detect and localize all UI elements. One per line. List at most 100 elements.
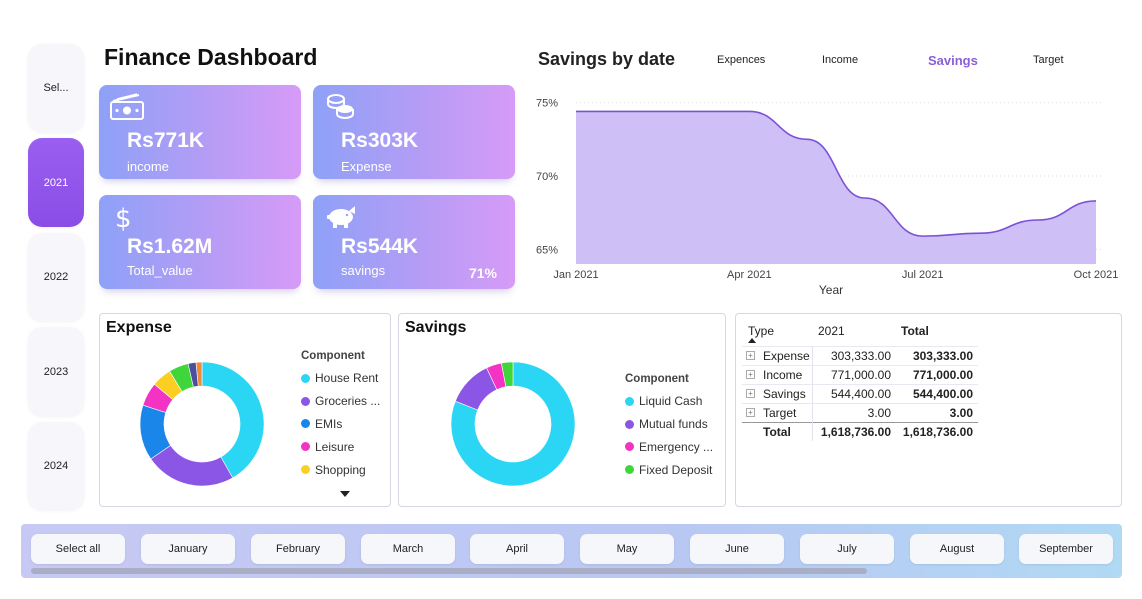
kpi-expense-label: Expense (341, 159, 392, 174)
year-slicer-2024[interactable]: 2024 (28, 422, 84, 510)
expense-panel: Expense Component House Rent Groceries .… (99, 313, 391, 507)
expense-panel-title: Expense (106, 319, 172, 336)
legend-label: Shopping (315, 462, 366, 477)
month-march[interactable]: March (361, 534, 455, 564)
row-2021: 771,000.00 (830, 368, 891, 382)
x-tick-label: Apr 2021 (727, 269, 772, 281)
legend-label: House Rent (315, 371, 379, 386)
tab-target[interactable]: Target (1033, 54, 1064, 66)
month-august[interactable]: August (910, 534, 1004, 564)
piggy-bank-icon (327, 206, 355, 228)
savings-panel-title: Savings (405, 319, 467, 336)
legend-label: Leisure (315, 439, 355, 454)
legend-item-liquid-cash[interactable]: Liquid Cash (625, 390, 713, 413)
caret-down-icon[interactable] (340, 491, 350, 497)
kpi-card-expense[interactable]: Rs303K Expense (313, 85, 515, 179)
donut-slice[interactable] (150, 445, 234, 487)
tab-expences[interactable]: Expences (717, 54, 765, 66)
y-tick-label: 75% (536, 98, 558, 110)
horizontal-scrollbar[interactable] (31, 568, 867, 574)
x-tick-label: Jul 2021 (902, 269, 944, 281)
matrix-header-type[interactable]: Type (748, 324, 774, 338)
legend-label: EMIs (315, 416, 343, 431)
table-row[interactable]: + Expense 303,333.00 303,333.00 (742, 346, 978, 365)
kpi-card-income[interactable]: Rs771K income (99, 85, 301, 179)
month-july[interactable]: July (800, 534, 894, 564)
row-2021: 3.00 (867, 406, 891, 420)
legend-dot (301, 373, 310, 383)
month-february[interactable]: February (251, 534, 345, 564)
x-axis-label: Year (819, 283, 843, 297)
matrix-header-2021: 2021 (818, 324, 845, 338)
row-2021: 1,618,736.00 (820, 425, 891, 439)
year-slicer-2021[interactable]: 2021 (28, 138, 84, 227)
month-june[interactable]: June (690, 534, 784, 564)
legend-item-fixed-deposit[interactable]: Fixed Deposit (625, 458, 713, 481)
legend-label: Liquid Cash (639, 394, 703, 409)
year-slicer-2023[interactable]: 2023 (28, 327, 84, 416)
legend-label: Emergency ... (639, 439, 714, 454)
row-type: Total (763, 425, 791, 439)
row-2021: 303,333.00 (830, 349, 891, 363)
kpi-expense-value: Rs303K (341, 129, 419, 152)
year-slicer-2022[interactable]: 2022 (28, 233, 84, 321)
table-row[interactable]: + Income 771,000.00 771,000.00 (742, 365, 978, 384)
legend-dot (625, 396, 634, 406)
legend-label: Groceries ... (315, 394, 381, 409)
expense-donut-chart[interactable] (136, 358, 268, 490)
year-slicer-select[interactable]: Sel... (28, 44, 84, 132)
tab-income[interactable]: Income (822, 54, 858, 66)
legend-item-shopping[interactable]: Shopping (301, 458, 380, 481)
column-divider (812, 346, 813, 441)
legend-item-leisure[interactable]: Leisure (301, 435, 380, 458)
kpi-card-total[interactable]: $ Rs1.62M Total_value (99, 195, 301, 289)
y-tick-label: 70% (536, 171, 558, 183)
legend-dot (301, 465, 310, 475)
savings-legend-title: Component (625, 373, 689, 385)
expand-icon[interactable]: + (746, 351, 755, 360)
tab-savings[interactable]: Savings (928, 53, 978, 68)
savings-area[interactable] (576, 111, 1096, 264)
kpi-card-savings[interactable]: Rs544K savings 71% (313, 195, 515, 289)
kpi-income-label: income (127, 159, 169, 174)
legend-dot (301, 396, 310, 406)
legend-item-emergency[interactable]: Emergency ... (625, 436, 713, 459)
expense-legend-title: Component (301, 350, 365, 362)
legend-dot (625, 465, 634, 475)
row-type: Income (763, 368, 803, 382)
kpi-income-value: Rs771K (127, 129, 205, 152)
legend-label: Mutual funds (639, 417, 708, 432)
donut-slice[interactable] (201, 361, 265, 479)
expand-icon[interactable]: + (746, 389, 755, 398)
month-may[interactable]: May (580, 534, 674, 564)
row-2021: 544,400.00 (830, 387, 891, 401)
expand-icon[interactable]: + (746, 370, 755, 379)
svg-text:$: $ (115, 204, 132, 231)
table-row[interactable]: + Savings 544,400.00 544,400.00 (742, 384, 978, 403)
dollar-icon: $ (115, 204, 132, 231)
expand-icon[interactable]: + (746, 408, 755, 417)
money-icon (110, 93, 144, 120)
month-select-all[interactable]: Select all (31, 534, 125, 564)
savings-legend: Component Liquid Cash Mutual funds Emerg… (625, 373, 713, 481)
legend-item-mutual-funds[interactable]: Mutual funds (625, 413, 713, 436)
savings-area-chart[interactable]: 65% 70% 75% Jan 2021 Apr 2021 Jul 2021 Oct 202… (530, 88, 1130, 303)
savings-panel: Savings Component Liquid Cash Mutual fun… (398, 313, 726, 507)
month-april[interactable]: April (470, 534, 564, 564)
legend-item-emis[interactable]: EMIs (301, 413, 380, 436)
legend-item-house-rent[interactable]: House Rent (301, 367, 380, 390)
row-total: 303,333.00 (912, 349, 973, 363)
kpi-savings-percent: 71% (468, 265, 497, 281)
kpi-total-label: Total_value (127, 263, 193, 278)
savings-donut-chart[interactable] (447, 358, 579, 490)
table-total-row: Total 1,618,736.00 1,618,736.00 (742, 422, 978, 441)
month-january[interactable]: January (141, 534, 235, 564)
legend-dot (625, 419, 634, 429)
legend-dot (625, 442, 634, 452)
matrix-header-total: Total (901, 324, 929, 338)
table-row[interactable]: + Target 3.00 3.00 (742, 403, 978, 422)
month-september[interactable]: September (1019, 534, 1113, 564)
legend-item-groceries[interactable]: Groceries ... (301, 390, 380, 413)
sort-asc-icon (748, 338, 756, 343)
page-title: Finance Dashboard (104, 44, 318, 70)
